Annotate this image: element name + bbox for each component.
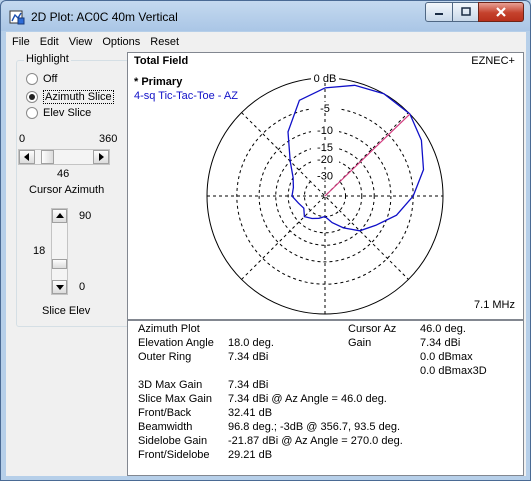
- cursor-azimuth-scrollbar[interactable]: [18, 149, 110, 165]
- title-bar[interactable]: 2D Plot: AC0C 40m Vertical: [1, 1, 530, 32]
- menu-reset[interactable]: Reset: [150, 36, 179, 48]
- cursor-az-value: 46.0 deg.: [420, 323, 466, 335]
- ring-label: -10: [317, 125, 333, 137]
- gain-dbmax3d: 0.0 dBmax3D: [420, 365, 487, 377]
- ring-label: -30: [317, 170, 333, 182]
- slice-elev-label: Slice Elev: [42, 305, 91, 317]
- scroll-down-button[interactable]: [52, 280, 67, 294]
- max3d-value: 7.34 dBi: [228, 379, 269, 391]
- close-button[interactable]: [478, 2, 524, 22]
- cursor-azimuth-value: 46: [57, 168, 70, 180]
- minimize-button[interactable]: [425, 2, 453, 22]
- arrow-up-icon: [55, 213, 64, 218]
- azimuth-scale-min: 0: [19, 133, 26, 145]
- highlight-group-label: Highlight: [24, 53, 71, 65]
- gain-value: 7.34 dBi: [420, 337, 461, 349]
- scroll-left-button[interactable]: [19, 150, 35, 164]
- sidelobe-gain-label: Sidelobe Gain: [138, 435, 208, 447]
- radio-azimuth-slice-label[interactable]: Azimuth Slice: [43, 90, 114, 104]
- radio-azimuth-slice-circle[interactable]: [26, 91, 38, 103]
- beamwidth-label: Beamwidth: [138, 421, 193, 433]
- radio-elev-slice-circle[interactable]: [26, 107, 38, 119]
- arrow-down-icon: [55, 285, 64, 290]
- minimize-icon: [435, 13, 443, 15]
- outer-ring-value: 7.34 dBi: [228, 351, 269, 363]
- front-sidelobe-value: 29.21 dB: [228, 449, 273, 461]
- plot-type: Azimuth Plot: [138, 323, 200, 335]
- radio-off-circle[interactable]: [26, 73, 38, 85]
- ring-label: -5: [320, 103, 330, 115]
- scroll-up-button[interactable]: [52, 209, 67, 223]
- slice-elev-value: 18: [33, 245, 46, 257]
- radio-off-label[interactable]: Off: [43, 73, 57, 85]
- menu-options[interactable]: Options: [102, 36, 140, 48]
- slice-max-label: Slice Max Gain: [138, 393, 212, 405]
- ring-label: -15: [317, 142, 333, 154]
- info-panel: Azimuth Plot Cursor Az 46.0 deg. Elevati…: [127, 320, 524, 476]
- close-icon: [496, 7, 506, 17]
- cursor-azimuth-thumb[interactable]: [40, 150, 54, 164]
- plot-panel: Total Field EZNEC+ * Primary 4-sq Tic-Ta…: [127, 52, 524, 320]
- front-back-value: 32.41 dB: [228, 407, 273, 419]
- menu-edit[interactable]: Edit: [40, 36, 59, 48]
- polar-plot: 0 dB -5 -10 -15-20 -30: [206, 72, 444, 315]
- azimuth-scale-max: 360: [99, 133, 118, 145]
- menu-bar: File Edit View Options Reset: [6, 32, 526, 52]
- front-back-label: Front/Back: [138, 407, 192, 419]
- beamwidth-value: 96.8 deg.; -3dB @ 356.7, 93.5 deg.: [228, 421, 401, 433]
- menu-view[interactable]: View: [69, 36, 93, 48]
- window-title: 2D Plot: AC0C 40m Vertical: [31, 10, 178, 24]
- ring-label: -20: [317, 154, 333, 166]
- front-sidelobe-label: Front/Sidelobe: [138, 449, 210, 461]
- gain-label: Gain: [348, 337, 372, 349]
- elevation-angle-value: 18.0 deg.: [228, 337, 274, 349]
- elevation-angle-label: Elevation Angle: [138, 337, 214, 349]
- maximize-icon: [460, 7, 471, 16]
- radio-off[interactable]: Off: [26, 73, 57, 85]
- radio-elev-slice-label[interactable]: Elev Slice: [43, 107, 91, 119]
- radio-azimuth-slice[interactable]: Azimuth Slice: [26, 90, 114, 104]
- elev-scale-max: 90: [79, 210, 92, 222]
- outer-ring-label: Outer Ring: [138, 351, 192, 363]
- slice-elev-thumb[interactable]: [52, 259, 67, 270]
- app-window: 2D Plot: AC0C 40m Vertical File Edit Vie…: [0, 0, 531, 481]
- cursor-az-label: Cursor Az: [348, 323, 397, 335]
- arrow-right-icon: [99, 153, 104, 161]
- gain-dbmax: 0.0 dBmax: [420, 351, 473, 363]
- arrow-left-icon: [24, 153, 29, 161]
- slice-elev-scrollbar[interactable]: [51, 208, 68, 295]
- app-icon: [9, 10, 25, 25]
- slice-max-value: 7.34 dBi @ Az Angle = 46.0 deg.: [228, 393, 387, 405]
- max3d-label: 3D Max Gain: [138, 379, 203, 391]
- highlight-group: Highlight Off Azimuth Slice Elev Slice 0…: [16, 53, 129, 327]
- client-area: Highlight Off Azimuth Slice Elev Slice 0…: [6, 52, 526, 476]
- cursor-azimuth-label: Cursor Azimuth: [29, 184, 105, 196]
- maximize-button[interactable]: [452, 2, 479, 22]
- radio-elev-slice[interactable]: Elev Slice: [26, 107, 91, 119]
- ring-label: 0 dB: [314, 73, 337, 85]
- scroll-right-button[interactable]: [93, 150, 109, 164]
- menu-file[interactable]: File: [12, 36, 30, 48]
- elev-scale-min: 0: [79, 281, 86, 293]
- sidelobe-gain-value: -21.87 dBi @ Az Angle = 270.0 deg.: [228, 435, 403, 447]
